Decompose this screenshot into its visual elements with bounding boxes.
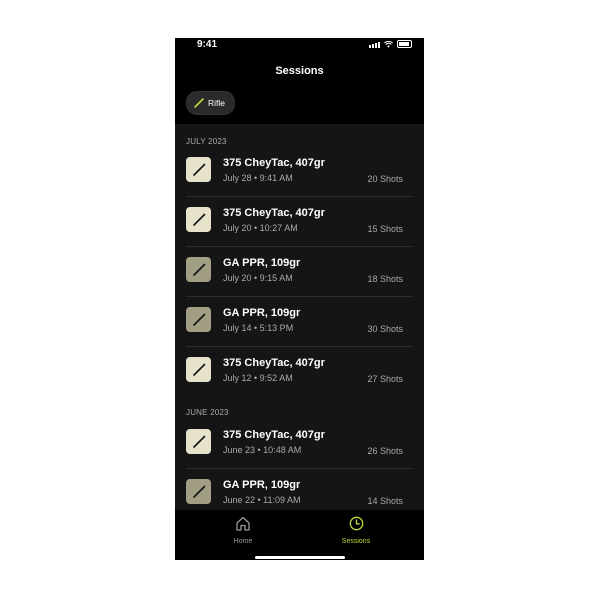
- session-date: July 14 • 5:13 PM: [223, 323, 294, 333]
- battery-icon: [397, 40, 412, 48]
- signal-icon: [369, 42, 380, 48]
- section-label: JULY 2023: [186, 137, 227, 146]
- rifle-filter-chip[interactable]: Rifle: [186, 91, 236, 115]
- session-row[interactable]: 375 CheyTac, 407gr July 20 • 10:27 AM 15 S…: [186, 197, 413, 247]
- session-name: 375 CheyTac, 407gr: [223, 357, 325, 369]
- tab-home-label: Home: [233, 538, 253, 545]
- session-name: GA PPR, 109gr: [223, 307, 301, 319]
- session-shots: 26 Shots: [367, 446, 403, 456]
- cartridge-icon: [186, 207, 211, 232]
- session-date: June 22 • 11:09 AM: [223, 495, 301, 505]
- session-date: July 20 • 10:27 AM: [223, 223, 298, 233]
- session-row[interactable]: GA PPR, 109gr July 20 • 9:15 AM 18 Shots: [186, 247, 413, 297]
- session-name: 375 CheyTac, 407gr: [223, 207, 325, 219]
- wifi-icon: [384, 41, 393, 48]
- session-row[interactable]: GA PPR, 109gr July 14 • 5:13 PM 30 Shots: [186, 297, 413, 347]
- session-date: June 23 • 10:48 AM: [223, 445, 302, 455]
- session-date: July 20 • 9:15 AM: [223, 273, 293, 283]
- cartridge-icon: [186, 257, 211, 282]
- session-shots: 20 Shots: [367, 174, 403, 184]
- status-time: 9:41: [197, 39, 218, 50]
- session-date: July 28 • 9:41 AM: [223, 173, 293, 183]
- session-shots: 27 Shots: [367, 374, 403, 384]
- session-row[interactable]: 375 CheyTac, 407gr June 23 • 10:48 AM 26 S…: [186, 419, 413, 469]
- tab-home[interactable]: Home: [203, 516, 283, 545]
- cartridge-icon: [186, 357, 211, 382]
- session-row[interactable]: 375 CheyTac, 407gr July 28 • 9:41 AM 20 Sh…: [186, 147, 413, 197]
- session-name: GA PPR, 109gr: [223, 479, 301, 491]
- session-shots: 30 Shots: [367, 324, 403, 334]
- cartridge-icon: [186, 157, 211, 182]
- session-date: July 12 • 9:52 AM: [223, 373, 293, 383]
- home-indicator: [255, 556, 345, 559]
- home-icon: [236, 516, 250, 531]
- rifle-filter-label: Rifle: [208, 98, 226, 108]
- session-shots: 15 Shots: [367, 224, 403, 234]
- session-name: GA PPR, 109gr: [223, 257, 301, 269]
- status-bar: 9:41: [175, 38, 424, 52]
- session-shots: 14 Shots: [367, 496, 403, 506]
- session-name: 375 CheyTac, 407gr: [223, 157, 325, 169]
- session-name: 375 CheyTac, 407gr: [223, 429, 325, 441]
- phone-screen: 9:41 Sessions Rifle JULY 2023 375 CheyTac…: [175, 38, 424, 560]
- cartridge-icon: [186, 429, 211, 454]
- tab-sessions-label: Sessions: [341, 538, 371, 545]
- cartridge-icon: [186, 479, 211, 504]
- rifle-icon: [194, 98, 204, 108]
- page-title: Sessions: [275, 65, 324, 77]
- session-row[interactable]: 375 CheyTac, 407gr July 12 • 9:52 AM 27 Sh…: [186, 347, 413, 396]
- session-shots: 18 Shots: [367, 274, 403, 284]
- status-icons: [369, 40, 412, 48]
- clock-icon: [349, 516, 363, 531]
- tab-sessions[interactable]: Sessions: [316, 516, 396, 545]
- tab-bar: Home Sessions: [175, 510, 424, 560]
- header: 9:41 Sessions Rifle: [175, 38, 424, 124]
- cartridge-icon: [186, 307, 211, 332]
- section-label: JUNE 2023: [186, 408, 229, 417]
